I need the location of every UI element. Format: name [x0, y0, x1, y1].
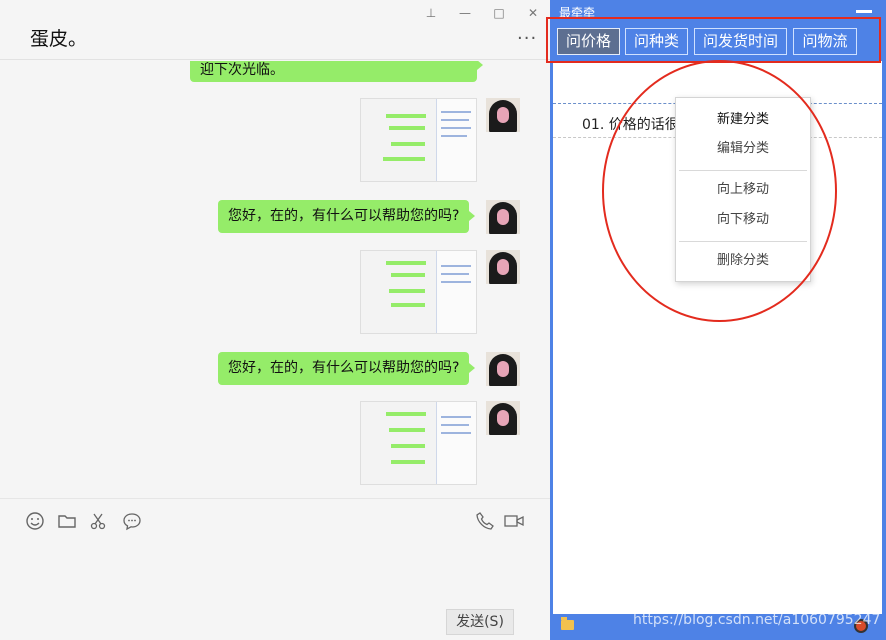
chat-header: 蛋皮。 ⊥ — □ ✕ ···	[0, 0, 550, 60]
message-text: 您好，在的，有什么可以帮助您的吗?	[228, 208, 460, 224]
thumb-line	[441, 424, 469, 426]
thumb-bubble	[389, 289, 425, 293]
avatar-face	[497, 209, 509, 225]
avatar[interactable]	[486, 98, 520, 132]
image-message[interactable]	[360, 401, 477, 485]
message-bubble: 您好，在的，有什么可以帮助您的吗?	[218, 200, 476, 233]
message-bubble: 迎下次光临。	[190, 61, 483, 82]
thumb-bubble	[386, 261, 426, 265]
image-thumb-panel	[436, 402, 476, 484]
send-button[interactable]: 发送(S)	[446, 609, 514, 635]
image-message[interactable]	[360, 250, 477, 334]
thumb-bubble	[389, 428, 425, 432]
thumb-line	[441, 135, 467, 137]
thumb-line	[441, 281, 471, 283]
image-thumb-chat	[361, 99, 436, 181]
thumb-line	[441, 432, 471, 434]
thumb-bubble	[391, 142, 425, 146]
image-thumb-panel	[436, 251, 476, 333]
annotation-ellipse	[602, 60, 837, 322]
panel-minimize-button[interactable]	[856, 10, 872, 13]
message-text: 您好，在的，有什么可以帮助您的吗?	[228, 360, 460, 376]
chat-title: 蛋皮。	[30, 28, 88, 50]
message-input-area[interactable]: 发送(S)	[0, 498, 550, 640]
image-message[interactable]	[360, 98, 477, 182]
message-list[interactable]: 迎下次光临。 您好，在的，有什么可以帮助您的吗? 您好，在的，有什么可以帮助您的…	[0, 61, 550, 498]
scissors-icon[interactable]	[88, 511, 110, 533]
thumb-bubble	[386, 114, 426, 118]
thumb-line	[441, 416, 471, 418]
thumb-bubble	[391, 273, 425, 277]
phone-icon[interactable]	[474, 511, 496, 533]
thumb-bubble	[391, 303, 425, 307]
avatar-face	[497, 107, 509, 123]
thumb-line	[441, 273, 469, 275]
maximize-button[interactable]: □	[489, 4, 509, 22]
thumb-bubble	[389, 126, 425, 130]
avatar[interactable]	[486, 200, 520, 234]
file-folder-icon[interactable]	[56, 511, 78, 533]
close-button[interactable]: ✕	[523, 4, 543, 22]
thumb-line	[441, 119, 469, 121]
chat-history-icon[interactable]	[121, 511, 143, 533]
message-bubble: 您好，在的，有什么可以帮助您的吗?	[218, 352, 476, 385]
avatar[interactable]	[486, 352, 520, 386]
thumb-bubble	[386, 412, 426, 416]
thumb-bubble	[383, 157, 425, 161]
avatar-face	[497, 410, 509, 426]
more-options-button[interactable]: ···	[517, 30, 537, 48]
watermark-text: https://blog.csdn.net/a1060795247	[633, 612, 881, 628]
pin-icon[interactable]: ⊥	[421, 4, 441, 22]
emoji-icon[interactable]	[24, 511, 46, 533]
avatar-face	[497, 259, 509, 275]
thumb-line	[441, 111, 471, 113]
annotation-rectangle	[546, 17, 881, 63]
message-text: 迎下次光临。	[200, 62, 284, 78]
avatar[interactable]	[486, 250, 520, 284]
thumb-bubble	[391, 444, 425, 448]
avatar-face	[497, 361, 509, 377]
minimize-button[interactable]: —	[455, 4, 475, 22]
avatar[interactable]	[486, 401, 520, 435]
folder-icon[interactable]	[561, 617, 574, 630]
thumb-bubble	[391, 460, 425, 464]
chat-window: 蛋皮。 ⊥ — □ ✕ ··· 迎下次光临。 您好，在的，有什么可以帮助您的吗?…	[0, 0, 550, 640]
thumb-line	[441, 127, 471, 129]
video-call-icon[interactable]	[503, 511, 525, 533]
thumb-line	[441, 265, 471, 267]
